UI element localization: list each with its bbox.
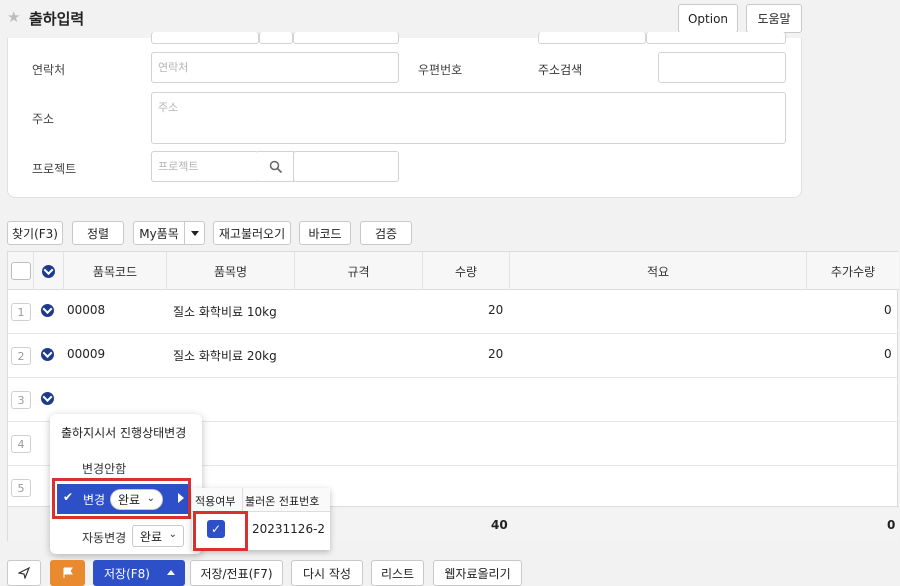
table-row[interactable]: 1 00008 질소 화학비료 10kg 20 0 (8, 290, 899, 334)
address-search-link[interactable]: 주소검색 (538, 61, 582, 78)
download-all-icon[interactable] (42, 264, 55, 278)
find-button[interactable]: 찾기(F3) (7, 221, 63, 245)
item-extra-qty[interactable]: 0 (884, 303, 892, 317)
web-upload-button[interactable]: 웹자료올리기 (433, 560, 522, 586)
paper-plane-icon (18, 567, 30, 579)
project-input[interactable]: 프로젝트 (151, 151, 259, 182)
project-label: 프로젝트 (32, 162, 77, 176)
flag-button[interactable] (50, 560, 85, 586)
slip-number[interactable]: 20231126-2 (252, 522, 325, 536)
col-slip-number: 불러온 전표번호 (245, 495, 320, 508)
item-name[interactable]: 질소 화학비료 20kg (173, 347, 277, 364)
row-download-icon[interactable] (41, 304, 54, 317)
col-item-code[interactable]: 품목코드 (64, 252, 167, 290)
row-number: 2 (11, 347, 31, 365)
project-search-button[interactable] (258, 151, 294, 182)
my-items-dropdown[interactable] (184, 221, 205, 245)
barcode-button[interactable]: 바코드 (299, 221, 351, 245)
item-qty[interactable]: 20 (488, 303, 503, 317)
item-code[interactable]: 00009 (67, 347, 105, 361)
table-row[interactable]: 2 00009 질소 화학비료 20kg 20 0 (8, 334, 899, 378)
no-change-option[interactable]: 변경안함 (82, 460, 126, 477)
auto-change-value: 완료 (140, 529, 163, 544)
my-items-button[interactable]: My품목 (133, 221, 185, 245)
address-input[interactable]: 주소 (151, 92, 786, 144)
caret-down-icon (190, 230, 199, 236)
project-name-input[interactable] (293, 151, 399, 182)
hidden-input-4[interactable] (538, 32, 646, 44)
col-extra-qty[interactable]: 추가수량 (807, 252, 899, 290)
hidden-input-2[interactable] (259, 32, 293, 44)
col-item-name[interactable]: 품목명 (167, 252, 295, 290)
caret-up-icon (167, 570, 175, 575)
row-download-icon[interactable] (41, 392, 54, 405)
grid-header: 품목코드 품목명 규격 수량 적요 추가수량 (8, 252, 899, 290)
form-card: 연락처 연락처 우편번호 주소검색 주소 주소 프로젝트 프로젝트 (7, 32, 802, 198)
rewrite-button[interactable]: 다시 작성 (291, 560, 363, 586)
option-button[interactable]: Option (678, 4, 738, 33)
hidden-input-1[interactable] (151, 32, 259, 44)
address-label: 주소 (32, 112, 55, 126)
row-download-icon[interactable] (41, 348, 54, 361)
highlight-apply-checkbox (193, 511, 248, 551)
reload-stock-button[interactable]: 재고불러오기 (213, 221, 291, 245)
contact-label: 연락처 (32, 63, 66, 77)
item-code[interactable]: 00008 (67, 303, 105, 317)
list-button[interactable]: 리스트 (371, 560, 424, 586)
save-slip-button[interactable]: 저장/전표(F7) (190, 560, 283, 586)
help-button[interactable]: 도움말 (746, 4, 802, 33)
total-qty: 40 (491, 518, 508, 532)
col-apply: 적용여부 (195, 495, 236, 508)
verify-button[interactable]: 검증 (360, 221, 412, 245)
save-label: 저장(F8) (104, 566, 150, 581)
auto-change-label: 자동변경 (82, 531, 127, 545)
contact-input[interactable]: 연락처 (151, 52, 399, 83)
total-extra-qty: 0 (887, 518, 896, 532)
popup-title: 출하지시서 진행상태변경 (61, 426, 187, 440)
item-qty[interactable]: 20 (488, 347, 503, 361)
search-icon (269, 160, 282, 173)
row-number: 4 (11, 435, 31, 453)
sort-button[interactable]: 정렬 (72, 221, 124, 245)
flag-icon (63, 567, 73, 578)
select-all-checkbox[interactable] (10, 262, 31, 280)
hidden-input-5[interactable] (646, 32, 786, 44)
item-extra-qty[interactable]: 0 (884, 347, 892, 361)
col-qty[interactable]: 수량 (423, 252, 510, 290)
row-number: 3 (11, 391, 31, 409)
postal-label: 우편번호 (418, 63, 463, 77)
save-button[interactable]: 저장(F8) (93, 560, 185, 586)
col-memo[interactable]: 적요 (510, 252, 807, 290)
hidden-input-3[interactable] (293, 32, 399, 44)
chevron-down-icon: ⌄ (168, 529, 177, 540)
row-number: 1 (11, 303, 31, 321)
highlight-change-option (52, 478, 191, 519)
postal-input[interactable] (658, 52, 786, 83)
page-title: 출하입력 (29, 10, 85, 28)
row-number: 5 (11, 479, 31, 497)
item-name[interactable]: 질소 화학비료 10kg (173, 303, 277, 320)
favorite-star-icon[interactable]: ★ (7, 8, 20, 26)
auto-change-select[interactable]: 완료 ⌄ (132, 525, 184, 547)
send-button[interactable] (7, 560, 41, 586)
col-spec[interactable]: 규격 (295, 252, 423, 290)
